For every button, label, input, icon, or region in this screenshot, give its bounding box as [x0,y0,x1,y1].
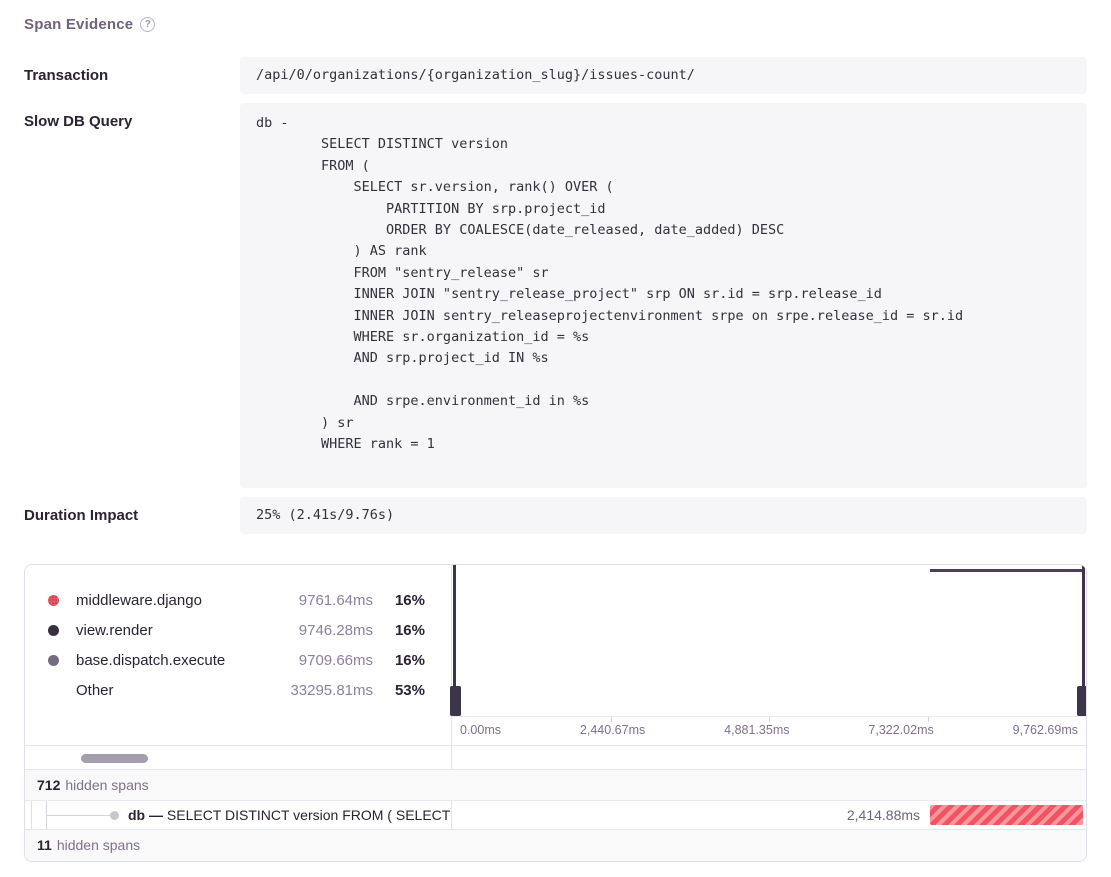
span-row-description-cell: db — SELECT DISTINCT version FROM ( SELE… [25,801,452,829]
section-header: Span Evidence ? [0,16,1111,33]
scrollbar-track [25,746,452,769]
viewport-right-handle[interactable] [1077,686,1087,716]
axis-tick-label: 7,322.02ms [868,723,933,737]
horizontal-scrollbar-thumb[interactable] [81,754,148,763]
span-row-db[interactable]: db — SELECT DISTINCT version FROM ( SELE… [25,800,1086,829]
tree-connector-dot-icon [110,811,119,820]
section-title: Span Evidence [24,16,133,33]
hidden-spans-row-top: 712 hidden spans [25,769,1086,800]
legend-row-middleware-django: middleware.django 9761.64ms 16% [25,586,451,616]
hidden-spans-row-bottom: 11 hidden spans [25,829,1086,861]
tree-connector-line [46,815,114,816]
trace-chart-column: 0.00ms 2,440.67ms 4,881.35ms 7,322.02ms … [452,565,1086,745]
legend-op-duration: 9709.66ms [268,652,373,669]
axis-tick-label: 9,762.69ms [1013,723,1078,737]
slow-db-query-value: db - SELECT DISTINCT version FROM ( SELE… [240,103,1087,488]
span-evidence-section: Span Evidence ? Transaction /api/0/organ… [0,0,1111,862]
legend-row-base-dispatch-execute: base.dispatch.execute 9709.66ms 16% [25,646,451,676]
axis-tick [611,717,612,722]
legend-dot-gray-icon [48,655,59,666]
legend-op-percent: 16% [373,652,425,669]
viewport-left-line [453,565,456,716]
legend-op-duration: 33295.81ms [268,682,373,699]
hidden-spans-label: hidden spans [57,837,140,853]
duration-impact-label: Duration Impact [0,497,240,524]
trace-minimap[interactable] [452,565,1086,717]
tree-guide-line [31,801,32,829]
legend-row-view-render: view.render 9746.28ms 16% [25,616,451,646]
viewport-right-line [1082,565,1085,716]
span-description: SELECT DISTINCT version FROM ( SELECT sr… [167,807,452,823]
axis-tick [769,717,770,722]
span-op-legend: middleware.django 9761.64ms 16% view.ren… [25,565,452,745]
hidden-spans-label: hidden spans [65,777,148,793]
trace-top-section: middleware.django 9761.64ms 16% view.ren… [25,565,1086,745]
legend-op-percent: 53% [373,682,425,699]
legend-dot-red-icon [48,595,59,606]
time-axis: 0.00ms 2,440.67ms 4,881.35ms 7,322.02ms … [452,717,1086,744]
legend-row-other: Other 33295.81ms 53% [25,676,451,706]
duration-impact-value: 25% (2.41s/9.76s) [240,497,1087,534]
legend-dot-dark-icon [48,625,59,636]
axis-tick [928,717,929,722]
minimap-span-bar [930,569,1083,572]
help-icon[interactable]: ? [140,17,155,32]
transaction-row: Transaction /api/0/organizations/{organi… [0,57,1111,94]
legend-op-name: base.dispatch.execute [76,652,268,669]
legend-op-duration: 9761.64ms [268,592,373,609]
axis-tick-label: 2,440.67ms [580,723,645,737]
legend-op-name: middleware.django [76,592,268,609]
legend-op-percent: 16% [373,592,425,609]
span-op-separator: — [149,807,163,823]
legend-op-name: view.render [76,622,268,639]
slow-db-query-row: Slow DB Query db - SELECT DISTINCT versi… [0,103,1111,488]
span-row-duration-cell: 2,414.88ms [452,801,1086,829]
legend-op-name: Other [76,682,268,699]
span-duration-bar [930,805,1083,825]
viewport-left-handle[interactable] [450,686,461,716]
span-tree-panel: middleware.django 9761.64ms 16% view.ren… [24,564,1087,862]
hidden-spans-count: 712 [37,777,60,793]
slow-db-query-label: Slow DB Query [0,103,240,130]
scrollbar-row [25,745,1086,769]
transaction-value: /api/0/organizations/{organization_slug}… [240,57,1087,94]
duration-impact-row: Duration Impact 25% (2.41s/9.76s) [0,497,1111,534]
axis-tick-label: 0.00ms [460,723,501,737]
hidden-spans-count: 11 [37,837,52,853]
span-op: db [128,807,145,823]
legend-op-percent: 16% [373,622,425,639]
sql-query-text: db - SELECT DISTINCT version FROM ( SELE… [256,113,1071,456]
transaction-label: Transaction [0,57,240,84]
axis-tick-label: 4,881.35ms [724,723,789,737]
legend-op-duration: 9746.28ms [268,622,373,639]
span-duration: 2,414.88ms [847,801,920,830]
